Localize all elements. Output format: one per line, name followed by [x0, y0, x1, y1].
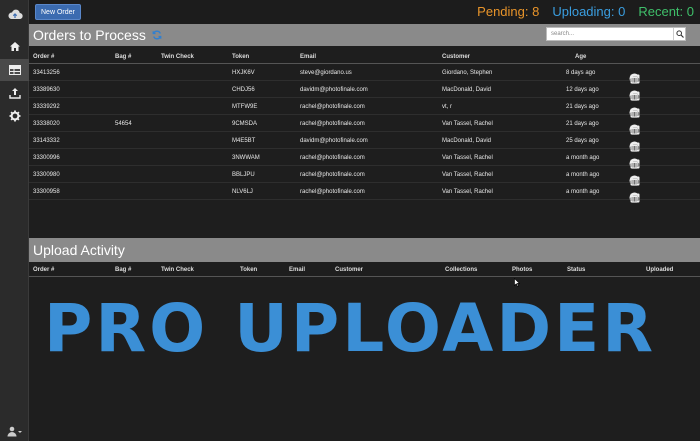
row-customer: MacDonald, David	[442, 138, 492, 144]
uploading-count[interactable]: Uploading: 0	[552, 4, 625, 19]
table-row[interactable]: 33413256 HXJK6V steve@giordano.us Giordano,…	[29, 64, 700, 84]
home-icon[interactable]	[0, 35, 29, 57]
row-age: a month ago	[566, 189, 600, 195]
row-order-number: 33338020	[33, 121, 60, 127]
orders-title: Orders to Process	[33, 27, 146, 43]
row-customer: Van Tassel, Rachel	[442, 121, 493, 127]
table-row[interactable]: 33339292 MTFW9E rachel@photofinale.com vt, …	[29, 98, 700, 118]
col-customer[interactable]: Customer	[442, 54, 470, 60]
row-token: M4E5BT	[232, 138, 256, 144]
gear-icon[interactable]	[0, 105, 29, 127]
col-twin-check[interactable]: Twin Check	[161, 267, 194, 273]
row-token: 9CMSDA	[232, 121, 258, 127]
row-token: CHDJ56	[232, 87, 255, 93]
table-row[interactable]: 33338020 54654 9CMSDA rachel@photofinale.co…	[29, 115, 700, 135]
row-order-number: 33413256	[33, 70, 60, 76]
table-row[interactable]: 33300980 BBLJPU rachel@photofinale.com Van …	[29, 166, 700, 186]
row-order-number: 33389630	[33, 87, 60, 93]
row-order-number: 33143332	[33, 138, 60, 144]
orders-table-icon[interactable]	[0, 59, 29, 81]
col-order[interactable]: Order #	[33, 54, 54, 60]
refresh-icon[interactable]	[152, 27, 162, 43]
col-uploaded[interactable]: Uploaded	[646, 267, 673, 273]
col-token[interactable]: Token	[232, 54, 249, 60]
row-order-number: 33300996	[33, 155, 60, 161]
row-age: 21 days ago	[566, 121, 599, 127]
row-token: 3NWWAM	[232, 155, 260, 161]
col-customer[interactable]: Customer	[335, 267, 363, 273]
col-twin-check[interactable]: Twin Check	[161, 54, 194, 60]
row-order-number: 33339292	[33, 104, 60, 110]
mouse-cursor-icon	[514, 274, 521, 292]
new-order-button[interactable]: New Order	[35, 4, 81, 20]
orders-header: Orders to Process search...	[29, 24, 700, 46]
status-counts: Pending: 8 Uploading: 0 Recent: 0	[477, 4, 694, 19]
row-order-number: 33300980	[33, 172, 60, 178]
orders-table-header: Order # Bag # Twin Check Token Email Cus…	[29, 50, 700, 64]
table-row[interactable]: 33300996 3NWWAM rachel@photofinale.com Van …	[29, 149, 700, 169]
row-token: HXJK6V	[232, 70, 255, 76]
upload-activity-title: Upload Activity	[33, 242, 125, 258]
upload-activity-header: Upload Activity	[29, 238, 700, 262]
col-age[interactable]: Age	[575, 54, 586, 60]
col-email[interactable]: Email	[289, 267, 305, 273]
row-customer: Van Tassel, Rachel	[442, 189, 493, 195]
row-customer: Van Tassel, Rachel	[442, 172, 493, 178]
row-token: NLV6LJ	[232, 189, 253, 195]
top-bar: New Order Pending: 8 Uploading: 0 Recent…	[29, 0, 700, 24]
row-email: davidm@photofinale.com	[300, 138, 368, 144]
row-email: rachel@photofinale.com	[300, 172, 365, 178]
col-token[interactable]: Token	[240, 267, 257, 273]
col-order[interactable]: Order #	[33, 267, 54, 273]
pending-count[interactable]: Pending: 8	[477, 4, 539, 19]
row-age: 8 days ago	[566, 70, 596, 76]
row-customer: Giordano, Stephen	[442, 70, 493, 76]
row-age: 25 days ago	[566, 138, 599, 144]
table-row[interactable]: 33300958 NLV6LJ rachel@photofinale.com Van …	[29, 183, 700, 203]
row-age: a month ago	[566, 155, 600, 161]
row-email: rachel@photofinale.com	[300, 104, 365, 110]
row-email: steve@giordano.us	[300, 70, 352, 76]
row-age: 12 days ago	[566, 87, 599, 93]
upload-icon[interactable]	[0, 82, 29, 104]
col-bag[interactable]: Bag #	[115, 54, 131, 60]
row-token: MTFW9E	[232, 104, 258, 110]
col-bag[interactable]: Bag #	[115, 267, 131, 273]
col-email[interactable]: Email	[300, 54, 316, 60]
row-email: davidm@photofinale.com	[300, 87, 368, 93]
row-customer: vt, r	[442, 104, 452, 110]
recent-count[interactable]: Recent: 0	[638, 4, 694, 19]
row-email: rachel@photofinale.com	[300, 155, 365, 161]
col-collections[interactable]: Collections	[445, 267, 477, 273]
table-row[interactable]: 33389630 CHDJ56 davidm@photofinale.com MacD…	[29, 81, 700, 101]
row-bag-number: 54654	[115, 121, 132, 127]
brand-watermark: PRO UPLOADER	[43, 290, 657, 367]
upload-table-header: Order # Bag # Twin Check Token Email Cus…	[29, 263, 700, 277]
row-customer: Van Tassel, Rachel	[442, 155, 493, 161]
user-menu-icon[interactable]	[0, 420, 29, 441]
app-window: New Order Pending: 8 Uploading: 0 Recent…	[0, 0, 700, 441]
row-email: rachel@photofinale.com	[300, 189, 365, 195]
search-input[interactable]: search...	[546, 27, 686, 41]
col-status[interactable]: Status	[567, 267, 585, 273]
row-order-number: 33300958	[33, 189, 60, 195]
col-photos[interactable]: Photos	[512, 267, 532, 273]
table-row[interactable]: 33143332 M4E5BT davidm@photofinale.com MacD…	[29, 132, 700, 152]
row-token: BBLJPU	[232, 172, 255, 178]
row-age: 21 days ago	[566, 104, 599, 110]
trash-icon[interactable]	[629, 192, 640, 203]
sidebar	[0, 0, 29, 441]
row-customer: MacDonald, David	[442, 87, 492, 93]
row-email: rachel@photofinale.com	[300, 121, 365, 127]
row-age: a month ago	[566, 172, 600, 178]
cloud-logo-icon[interactable]	[0, 4, 29, 26]
search-icon[interactable]	[673, 28, 685, 40]
